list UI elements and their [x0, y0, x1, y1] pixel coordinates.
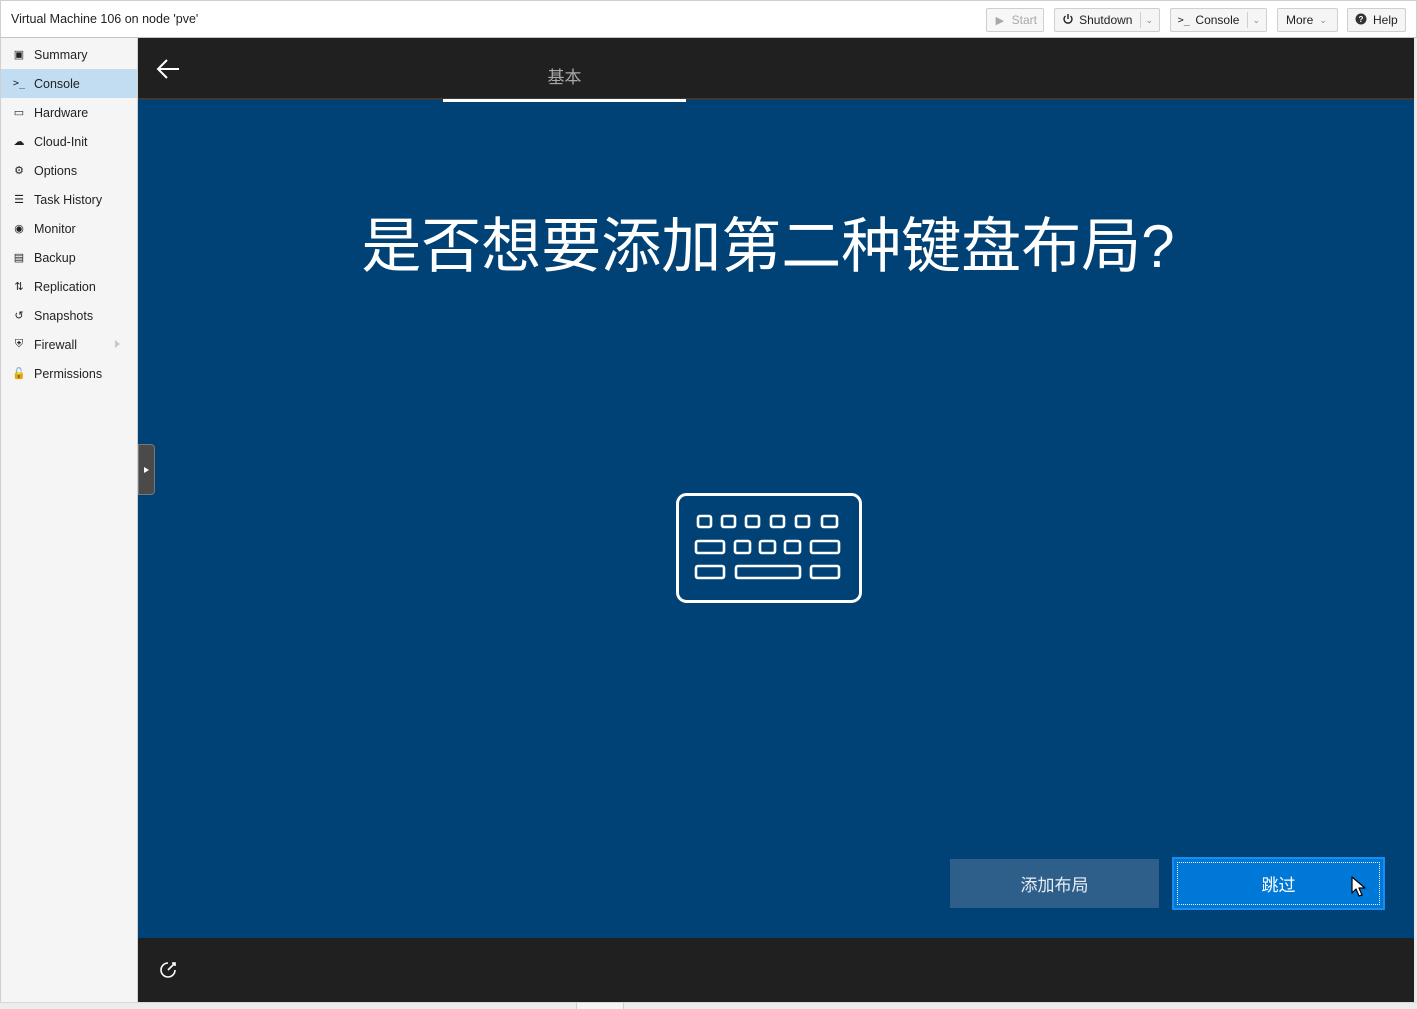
proxmox-window: Virtual Machine 106 on node 'pve' ▶ Star… — [0, 0, 1417, 1009]
list-icon: ☰ — [14, 194, 24, 206]
console-label: Console — [1195, 13, 1240, 27]
shield-icon: ⛨ — [14, 338, 24, 350]
sidebar-item-hardware[interactable]: ▭ Hardware — [1, 98, 137, 127]
floppy-icon: ▤ — [13, 252, 25, 264]
sidebar-item-label: Summary — [34, 47, 88, 62]
sidebar-item-label: Permissions — [34, 366, 103, 381]
expand-arrow-icon[interactable] — [115, 340, 120, 348]
sidebar-item-label: Cloud-Init — [34, 134, 88, 149]
shutdown-label: Shutdown — [1079, 13, 1133, 27]
power-icon — [1061, 13, 1074, 28]
chevron-down-icon[interactable]: ⌄ — [1247, 12, 1260, 28]
chevron-right-icon — [144, 466, 149, 473]
sidebar-item-console[interactable]: >_ Console — [1, 69, 137, 98]
unlock-icon: 🔓 — [12, 368, 26, 380]
sidebar-item-backup[interactable]: ▤ Backup — [1, 243, 137, 272]
more-button[interactable]: More ⌄ — [1277, 8, 1338, 32]
keyboard-icon — [676, 493, 862, 603]
tab-basic-label: 基本 — [547, 68, 582, 87]
svg-text:?: ? — [1359, 15, 1364, 24]
window-title: Virtual Machine 106 on node 'pve' — [11, 12, 199, 26]
sidebar-item-label: Firewall — [34, 337, 78, 352]
start-button[interactable]: ▶ Start — [986, 8, 1044, 32]
mouse-cursor-icon — [1351, 876, 1367, 898]
cloud-icon: ☁ — [13, 136, 25, 148]
sidebar-item-label: Hardware — [34, 105, 89, 120]
terminal-icon: >_ — [12, 78, 26, 89]
history-icon: ↺ — [14, 310, 24, 322]
shutdown-button[interactable]: Shutdown ⌄ — [1054, 8, 1160, 32]
terminal-icon: >_ — [1177, 14, 1190, 26]
ease-of-access-icon[interactable] — [158, 960, 178, 980]
keyboard-question-heading: 是否想要添加第二种键盘布局? — [361, 213, 1175, 280]
add-layout-button[interactable]: 添加布局 — [950, 859, 1159, 908]
sidebar-item-label: Replication — [34, 279, 96, 294]
monitor-icon: ▭ — [13, 107, 25, 119]
more-label: More — [1286, 13, 1314, 27]
sidebar-item-label: Backup — [34, 250, 76, 265]
sidebar-item-options[interactable]: ⚙ Options — [1, 156, 137, 185]
vm-console[interactable]: 基本 是否想要添加第二种键盘布局? 添加布局 跳过 — [138, 38, 1414, 1002]
sidebar: ▣ Summary >_ Console ▭ Hardware ☁ Cloud-… — [0, 38, 138, 1002]
help-icon: ? — [1354, 13, 1368, 28]
back-arrow-icon[interactable] — [155, 58, 181, 80]
sidebar-item-label: Snapshots — [34, 308, 94, 323]
sidebar-item-label: Options — [34, 163, 78, 178]
book-icon: ▣ — [13, 49, 25, 61]
sidebar-collapse-toggle[interactable] — [138, 444, 155, 495]
chevron-down-icon[interactable]: ⌄ — [1140, 12, 1153, 28]
oobe-footer — [138, 938, 1414, 1002]
bottom-panel-splitter[interactable] — [0, 1002, 1417, 1009]
oobe-header: 基本 — [138, 38, 1414, 102]
sidebar-item-replication[interactable]: ⇅ Replication — [1, 272, 137, 301]
help-button[interactable]: ? Help — [1347, 8, 1406, 32]
sidebar-item-label: Console — [34, 76, 80, 91]
sidebar-item-label: Task History — [34, 192, 103, 207]
top-toolbar: Virtual Machine 106 on node 'pve' ▶ Star… — [0, 0, 1417, 38]
sidebar-item-firewall[interactable]: ⛨ Firewall — [1, 330, 137, 359]
sidebar-item-monitor[interactable]: ◉ Monitor — [1, 214, 137, 243]
sidebar-item-cloud-init[interactable]: ☁ Cloud-Init — [1, 127, 137, 156]
console-button[interactable]: >_ Console ⌄ — [1170, 8, 1267, 32]
eye-icon: ◉ — [14, 223, 24, 235]
sidebar-item-snapshots[interactable]: ↺ Snapshots — [1, 301, 137, 330]
chevron-down-icon: ⌄ — [1319, 14, 1327, 25]
help-label: Help — [1373, 13, 1398, 27]
sidebar-item-summary[interactable]: ▣ Summary — [1, 40, 137, 69]
splitter-handle[interactable] — [576, 1003, 624, 1009]
start-label: Start — [1011, 13, 1037, 27]
sidebar-item-label: Monitor — [34, 221, 76, 236]
tab-basic[interactable]: 基本 — [443, 38, 686, 102]
gear-icon: ⚙ — [14, 165, 24, 177]
sidebar-item-task-history[interactable]: ☰ Task History — [1, 185, 137, 214]
retweet-icon: ⇅ — [14, 281, 24, 293]
play-icon: ▶ — [995, 14, 1005, 27]
sidebar-item-permissions[interactable]: 🔓 Permissions — [1, 359, 137, 388]
tab-underline — [443, 99, 686, 102]
